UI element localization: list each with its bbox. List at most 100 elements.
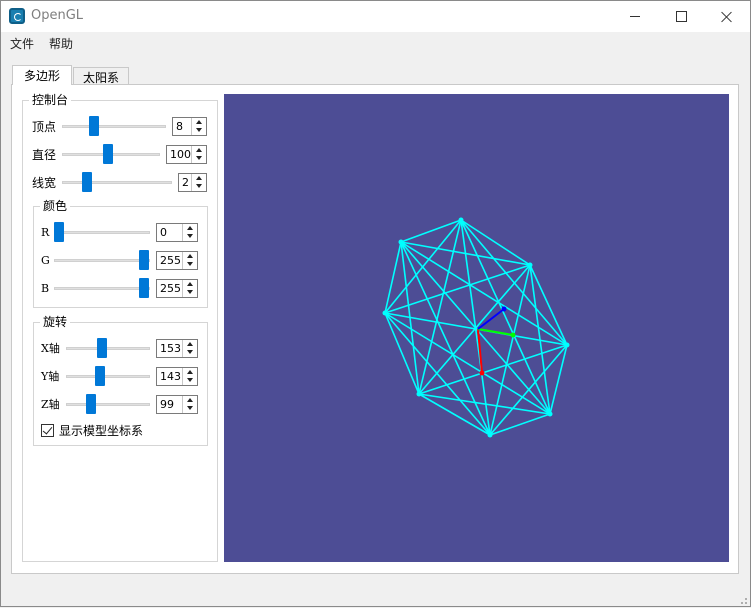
show-axes-checkbox[interactable]: [41, 424, 54, 437]
color-r-spinbox[interactable]: 0: [156, 223, 198, 242]
maximize-icon: [675, 11, 687, 22]
vertices-label: 顶点: [32, 120, 57, 134]
rotation-z-slider[interactable]: [66, 403, 150, 406]
color-r-value: 0: [160, 226, 167, 239]
menu-file[interactable]: 文件: [10, 35, 34, 52]
rotation-x-spin-up[interactable]: [183, 340, 197, 348]
color-g-value: 255: [160, 254, 181, 267]
color-g-spinbox[interactable]: 255: [156, 251, 198, 270]
color-r-spin-down[interactable]: [183, 232, 197, 240]
show-axes-label[interactable]: 显示模型坐标系: [59, 424, 143, 438]
spin-down-icon: [187, 378, 193, 382]
line-width-slider[interactable]: [62, 181, 172, 184]
tab-polygon[interactable]: 多边形: [12, 65, 72, 85]
diameter-slider-handle[interactable]: [103, 144, 113, 164]
spin-down-icon: [196, 156, 202, 160]
app-window: OpenGL 文件 帮助 多边形 太阳系 控制台 顶点 8 直径 100 线宽 …: [0, 0, 751, 607]
menu-bar: 文件 帮助: [1, 32, 750, 53]
axis-z-tip: [501, 306, 507, 312]
color-b-spin-up[interactable]: [183, 280, 197, 288]
minimize-button[interactable]: [612, 1, 658, 32]
color-group-title: 颜色: [40, 199, 71, 213]
vertices-slider-handle[interactable]: [89, 116, 99, 136]
vertices-spin-down[interactable]: [192, 126, 206, 134]
rotation-y-slider-handle[interactable]: [95, 366, 105, 386]
opengl-viewport[interactable]: [224, 94, 729, 562]
rotation-z-value: 99: [160, 398, 174, 411]
spin-down-icon: [187, 234, 193, 238]
close-icon: [721, 11, 733, 23]
rotation-y-spinbox[interactable]: 143: [156, 367, 198, 386]
rotation-x-slider-handle[interactable]: [97, 338, 107, 358]
rotation-x-spin-down[interactable]: [183, 348, 197, 356]
opengl-app-icon: [9, 8, 25, 24]
line-width-spin-up[interactable]: [192, 174, 206, 182]
diameter-spinbox[interactable]: 100: [166, 145, 207, 164]
spin-up-icon: [196, 176, 202, 180]
resize-grip-icon: [741, 598, 747, 604]
resize-grip[interactable]: [738, 594, 748, 604]
rotation-y-spin-down[interactable]: [183, 376, 197, 384]
wireframe-vertex: [382, 310, 388, 316]
line-width-spinbox[interactable]: 2: [178, 173, 207, 192]
color-b-slider[interactable]: [54, 287, 150, 290]
console-group-title: 控制台: [29, 93, 72, 107]
rotation-y-spin-up[interactable]: [183, 368, 197, 376]
spin-up-icon: [187, 398, 193, 402]
color-b-spin-down[interactable]: [183, 288, 197, 296]
spin-down-icon: [196, 128, 202, 132]
rotation-z-label: Z轴: [41, 398, 60, 411]
axis-y-line: [477, 328, 514, 336]
wireframe-vertex: [458, 217, 464, 223]
maximize-button[interactable]: [658, 1, 704, 32]
spin-up-icon: [187, 282, 193, 286]
line-width-spin-down[interactable]: [192, 182, 206, 190]
vertices-spin-up[interactable]: [192, 118, 206, 126]
rotation-x-label: X轴: [41, 342, 60, 355]
line-width-value: 2: [182, 176, 189, 189]
spin-down-icon: [187, 350, 193, 354]
wireframe-vertex: [487, 432, 493, 438]
spin-down-icon: [187, 262, 193, 266]
menu-help[interactable]: 帮助: [49, 35, 73, 52]
spin-up-icon: [196, 148, 202, 152]
color-g-spin-down[interactable]: [183, 260, 197, 268]
checkmark-icon: [42, 424, 53, 435]
color-r-slider-handle[interactable]: [54, 222, 64, 242]
diameter-spin-up[interactable]: [192, 146, 206, 154]
rotation-x-slider[interactable]: [66, 347, 150, 350]
close-button[interactable]: [704, 1, 750, 32]
color-b-slider-handle[interactable]: [139, 278, 149, 298]
rotation-group-title: 旋转: [40, 315, 71, 329]
rotation-z-spin-down[interactable]: [183, 404, 197, 412]
rotation-z-spin-up[interactable]: [183, 396, 197, 404]
spin-up-icon: [196, 120, 202, 124]
spin-up-icon: [187, 370, 193, 374]
color-r-slider[interactable]: [54, 231, 150, 234]
color-b-spinbox[interactable]: 255: [156, 279, 198, 298]
diameter-label: 直径: [32, 148, 57, 162]
title-bar[interactable]: OpenGL: [1, 1, 750, 32]
vertices-spinbox[interactable]: 8: [172, 117, 207, 136]
rotation-z-spinbox[interactable]: 99: [156, 395, 198, 414]
wireframe-vertex: [527, 262, 533, 268]
line-width-slider-handle[interactable]: [82, 172, 92, 192]
axis-x-tip: [479, 370, 485, 376]
rotation-y-slider[interactable]: [66, 375, 150, 378]
rotation-x-spinbox[interactable]: 153: [156, 339, 198, 358]
wireframe-edge: [384, 312, 491, 436]
spin-down-icon: [196, 184, 202, 188]
rotation-z-slider-handle[interactable]: [86, 394, 96, 414]
color-g-slider-handle[interactable]: [139, 250, 149, 270]
color-g-label: G: [41, 254, 50, 267]
minimize-icon: [630, 16, 640, 17]
vertices-slider[interactable]: [62, 125, 166, 128]
color-b-label: B: [41, 282, 50, 295]
diameter-spin-down[interactable]: [192, 154, 206, 162]
color-g-spin-up[interactable]: [183, 252, 197, 260]
color-g-slider[interactable]: [54, 259, 150, 262]
model-axes: [477, 306, 516, 376]
color-r-spin-up[interactable]: [183, 224, 197, 232]
spin-up-icon: [187, 226, 193, 230]
wireframe-vertex: [398, 239, 404, 245]
